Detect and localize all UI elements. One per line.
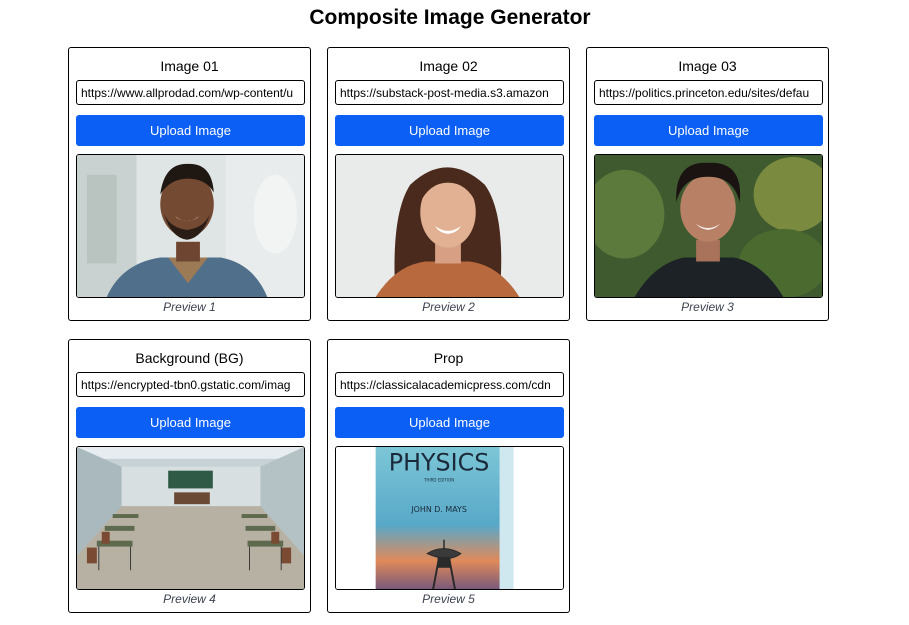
- image-02-url-input[interactable]: [335, 80, 564, 105]
- smiling-man-image: [77, 155, 304, 297]
- physics-book-image: PHYSICS THIRD EDITION JOHN D. MAYS: [336, 447, 563, 589]
- image-01-preview: [76, 154, 305, 298]
- young-man-image: [595, 155, 822, 297]
- image-01-url-input[interactable]: [76, 80, 305, 105]
- preview-caption: Preview 4: [163, 592, 216, 606]
- book-title: PHYSICS: [389, 449, 490, 477]
- image-03-upload-button[interactable]: Upload Image: [594, 115, 823, 146]
- book-author: JOHN D. MAYS: [410, 505, 467, 514]
- smiling-woman-image: [336, 155, 563, 297]
- preview-caption: Preview 3: [681, 300, 734, 314]
- prop-url-input[interactable]: [335, 372, 564, 397]
- image-01-card: Image 01 Upload Image Preview 1: [68, 47, 311, 321]
- prop-upload-button[interactable]: Upload Image: [335, 407, 564, 438]
- image-02-card: Image 02 Upload Image Preview 2: [327, 47, 570, 321]
- image-02-preview: [335, 154, 564, 298]
- image-03-preview: [594, 154, 823, 298]
- image-02-upload-button[interactable]: Upload Image: [335, 115, 564, 146]
- page-title: Composite Image Generator: [309, 6, 591, 29]
- classroom-image: [77, 447, 304, 589]
- image-03-url-input[interactable]: [594, 80, 823, 105]
- card-title: Image 01: [160, 58, 219, 74]
- card-title: Background (BG): [135, 350, 244, 366]
- prop-card: Prop Upload Image PHYSICS THIRD EDITION …: [327, 339, 570, 613]
- background-url-input[interactable]: [76, 372, 305, 397]
- preview-caption: Preview 1: [163, 300, 216, 314]
- book-edition: THIRD EDITION: [423, 478, 454, 483]
- card-title: Image 02: [419, 58, 478, 74]
- preview-caption: Preview 5: [422, 592, 475, 606]
- card-title: Image 03: [678, 58, 737, 74]
- prop-preview: PHYSICS THIRD EDITION JOHN D. MAYS: [335, 446, 564, 590]
- image-03-card: Image 03 Upload Image Preview 3: [586, 47, 829, 321]
- background-card: Background (BG) Upload Image: [68, 339, 311, 613]
- card-title: Prop: [433, 350, 464, 366]
- image-01-upload-button[interactable]: Upload Image: [76, 115, 305, 146]
- background-preview: [76, 446, 305, 590]
- preview-caption: Preview 2: [422, 300, 475, 314]
- background-upload-button[interactable]: Upload Image: [76, 407, 305, 438]
